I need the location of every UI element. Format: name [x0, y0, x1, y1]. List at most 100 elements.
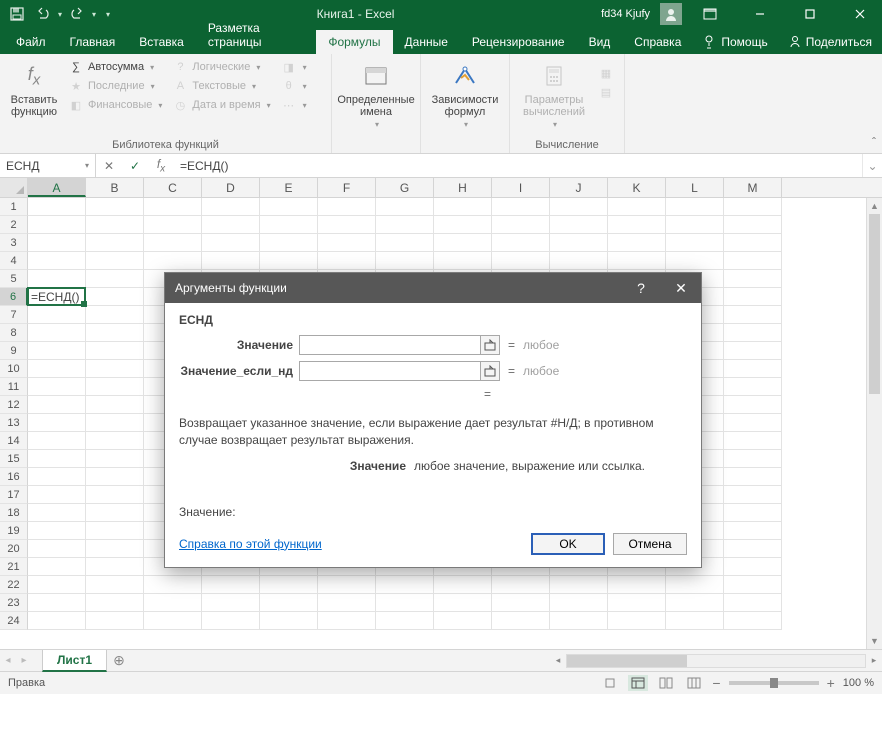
- cell[interactable]: [28, 558, 86, 576]
- cell[interactable]: [86, 234, 144, 252]
- row-header[interactable]: 11: [0, 378, 28, 396]
- row-header[interactable]: 24: [0, 612, 28, 630]
- cell[interactable]: [86, 432, 144, 450]
- zoom-slider[interactable]: [729, 681, 819, 685]
- cell[interactable]: [144, 576, 202, 594]
- record-macro-icon[interactable]: [600, 675, 620, 691]
- calc-options-button[interactable]: Параметры вычислений▾: [518, 58, 590, 137]
- cell[interactable]: [86, 450, 144, 468]
- cell[interactable]: [666, 216, 724, 234]
- cell[interactable]: [492, 198, 550, 216]
- cell[interactable]: [86, 558, 144, 576]
- cancel-formula-button[interactable]: ✕: [96, 154, 122, 177]
- arg2-input[interactable]: [299, 361, 481, 381]
- cell[interactable]: [144, 234, 202, 252]
- cell[interactable]: [86, 324, 144, 342]
- row-header[interactable]: 1: [0, 198, 28, 216]
- row-header[interactable]: 4: [0, 252, 28, 270]
- cell[interactable]: [318, 252, 376, 270]
- cell[interactable]: [28, 504, 86, 522]
- cell[interactable]: [202, 612, 260, 630]
- math-button[interactable]: θ▾: [279, 77, 309, 95]
- row-header[interactable]: 14: [0, 432, 28, 450]
- cell[interactable]: [260, 576, 318, 594]
- cell[interactable]: [376, 198, 434, 216]
- cell[interactable]: [28, 234, 86, 252]
- sheet-nav-next[interactable]: ▸: [16, 655, 32, 666]
- enter-formula-button[interactable]: ✓: [122, 154, 148, 177]
- row-header[interactable]: 8: [0, 324, 28, 342]
- row-header[interactable]: 9: [0, 342, 28, 360]
- cell[interactable]: [28, 450, 86, 468]
- tab-formulas[interactable]: Формулы: [316, 30, 392, 54]
- cell[interactable]: [434, 594, 492, 612]
- avatar-icon[interactable]: [660, 3, 682, 25]
- collapse-ribbon-icon[interactable]: ˆ: [872, 135, 876, 149]
- dialog-titlebar[interactable]: Аргументы функции ? ✕: [165, 273, 701, 303]
- cell[interactable]: [434, 198, 492, 216]
- row-header[interactable]: 21: [0, 558, 28, 576]
- tab-data[interactable]: Данные: [393, 30, 460, 54]
- cell[interactable]: [666, 198, 724, 216]
- function-help-link[interactable]: Справка по этой функции: [179, 537, 322, 551]
- dialog-close-button[interactable]: ✕: [661, 273, 701, 303]
- calc-now-button[interactable]: ▦: [596, 64, 616, 82]
- cell[interactable]: [28, 612, 86, 630]
- zoom-out-button[interactable]: −: [712, 675, 720, 691]
- cell[interactable]: [28, 414, 86, 432]
- column-header[interactable]: L: [666, 178, 724, 197]
- expand-formula-bar-icon[interactable]: ⌄: [862, 154, 882, 177]
- column-header[interactable]: D: [202, 178, 260, 197]
- cell[interactable]: [550, 576, 608, 594]
- cell[interactable]: [28, 432, 86, 450]
- cell[interactable]: [724, 198, 782, 216]
- cell[interactable]: [724, 486, 782, 504]
- cell[interactable]: [434, 252, 492, 270]
- column-header[interactable]: M: [724, 178, 782, 197]
- cell[interactable]: [724, 594, 782, 612]
- cell[interactable]: [550, 234, 608, 252]
- cell[interactable]: [724, 252, 782, 270]
- dialog-help-button[interactable]: ?: [621, 273, 661, 303]
- cell[interactable]: [666, 594, 724, 612]
- cell[interactable]: [86, 396, 144, 414]
- cell[interactable]: [318, 594, 376, 612]
- cell[interactable]: [260, 234, 318, 252]
- cell[interactable]: [550, 198, 608, 216]
- more-functions-button[interactable]: ◨▾: [279, 58, 309, 76]
- row-header[interactable]: 17: [0, 486, 28, 504]
- cell[interactable]: [28, 396, 86, 414]
- cell[interactable]: [144, 594, 202, 612]
- insert-function-button[interactable]: fx Вставить функцию: [8, 58, 60, 137]
- column-header[interactable]: G: [376, 178, 434, 197]
- cell[interactable]: [666, 234, 724, 252]
- sheet-tab-active[interactable]: Лист1: [42, 649, 107, 672]
- cell[interactable]: [492, 576, 550, 594]
- cell[interactable]: [260, 198, 318, 216]
- cell[interactable]: [260, 594, 318, 612]
- cell[interactable]: [434, 612, 492, 630]
- cell[interactable]: [724, 342, 782, 360]
- cell[interactable]: [86, 468, 144, 486]
- cell[interactable]: [28, 540, 86, 558]
- cell[interactable]: [28, 576, 86, 594]
- ribbon-options-icon[interactable]: [688, 0, 732, 28]
- cell[interactable]: [666, 612, 724, 630]
- cell[interactable]: [28, 594, 86, 612]
- cell[interactable]: [724, 432, 782, 450]
- cell[interactable]: [144, 252, 202, 270]
- tab-view[interactable]: Вид: [577, 30, 623, 54]
- calc-sheet-button[interactable]: ▤: [596, 83, 616, 101]
- cell[interactable]: [86, 360, 144, 378]
- column-header[interactable]: F: [318, 178, 376, 197]
- cell[interactable]: [492, 216, 550, 234]
- cell[interactable]: [724, 288, 782, 306]
- cell[interactable]: [666, 252, 724, 270]
- cell[interactable]: [376, 594, 434, 612]
- arg1-ref-button[interactable]: [480, 335, 500, 355]
- column-header[interactable]: C: [144, 178, 202, 197]
- cell[interactable]: [376, 576, 434, 594]
- cell[interactable]: [550, 612, 608, 630]
- cell[interactable]: [492, 234, 550, 252]
- formula-input[interactable]: =ЕСНД(): [174, 154, 862, 177]
